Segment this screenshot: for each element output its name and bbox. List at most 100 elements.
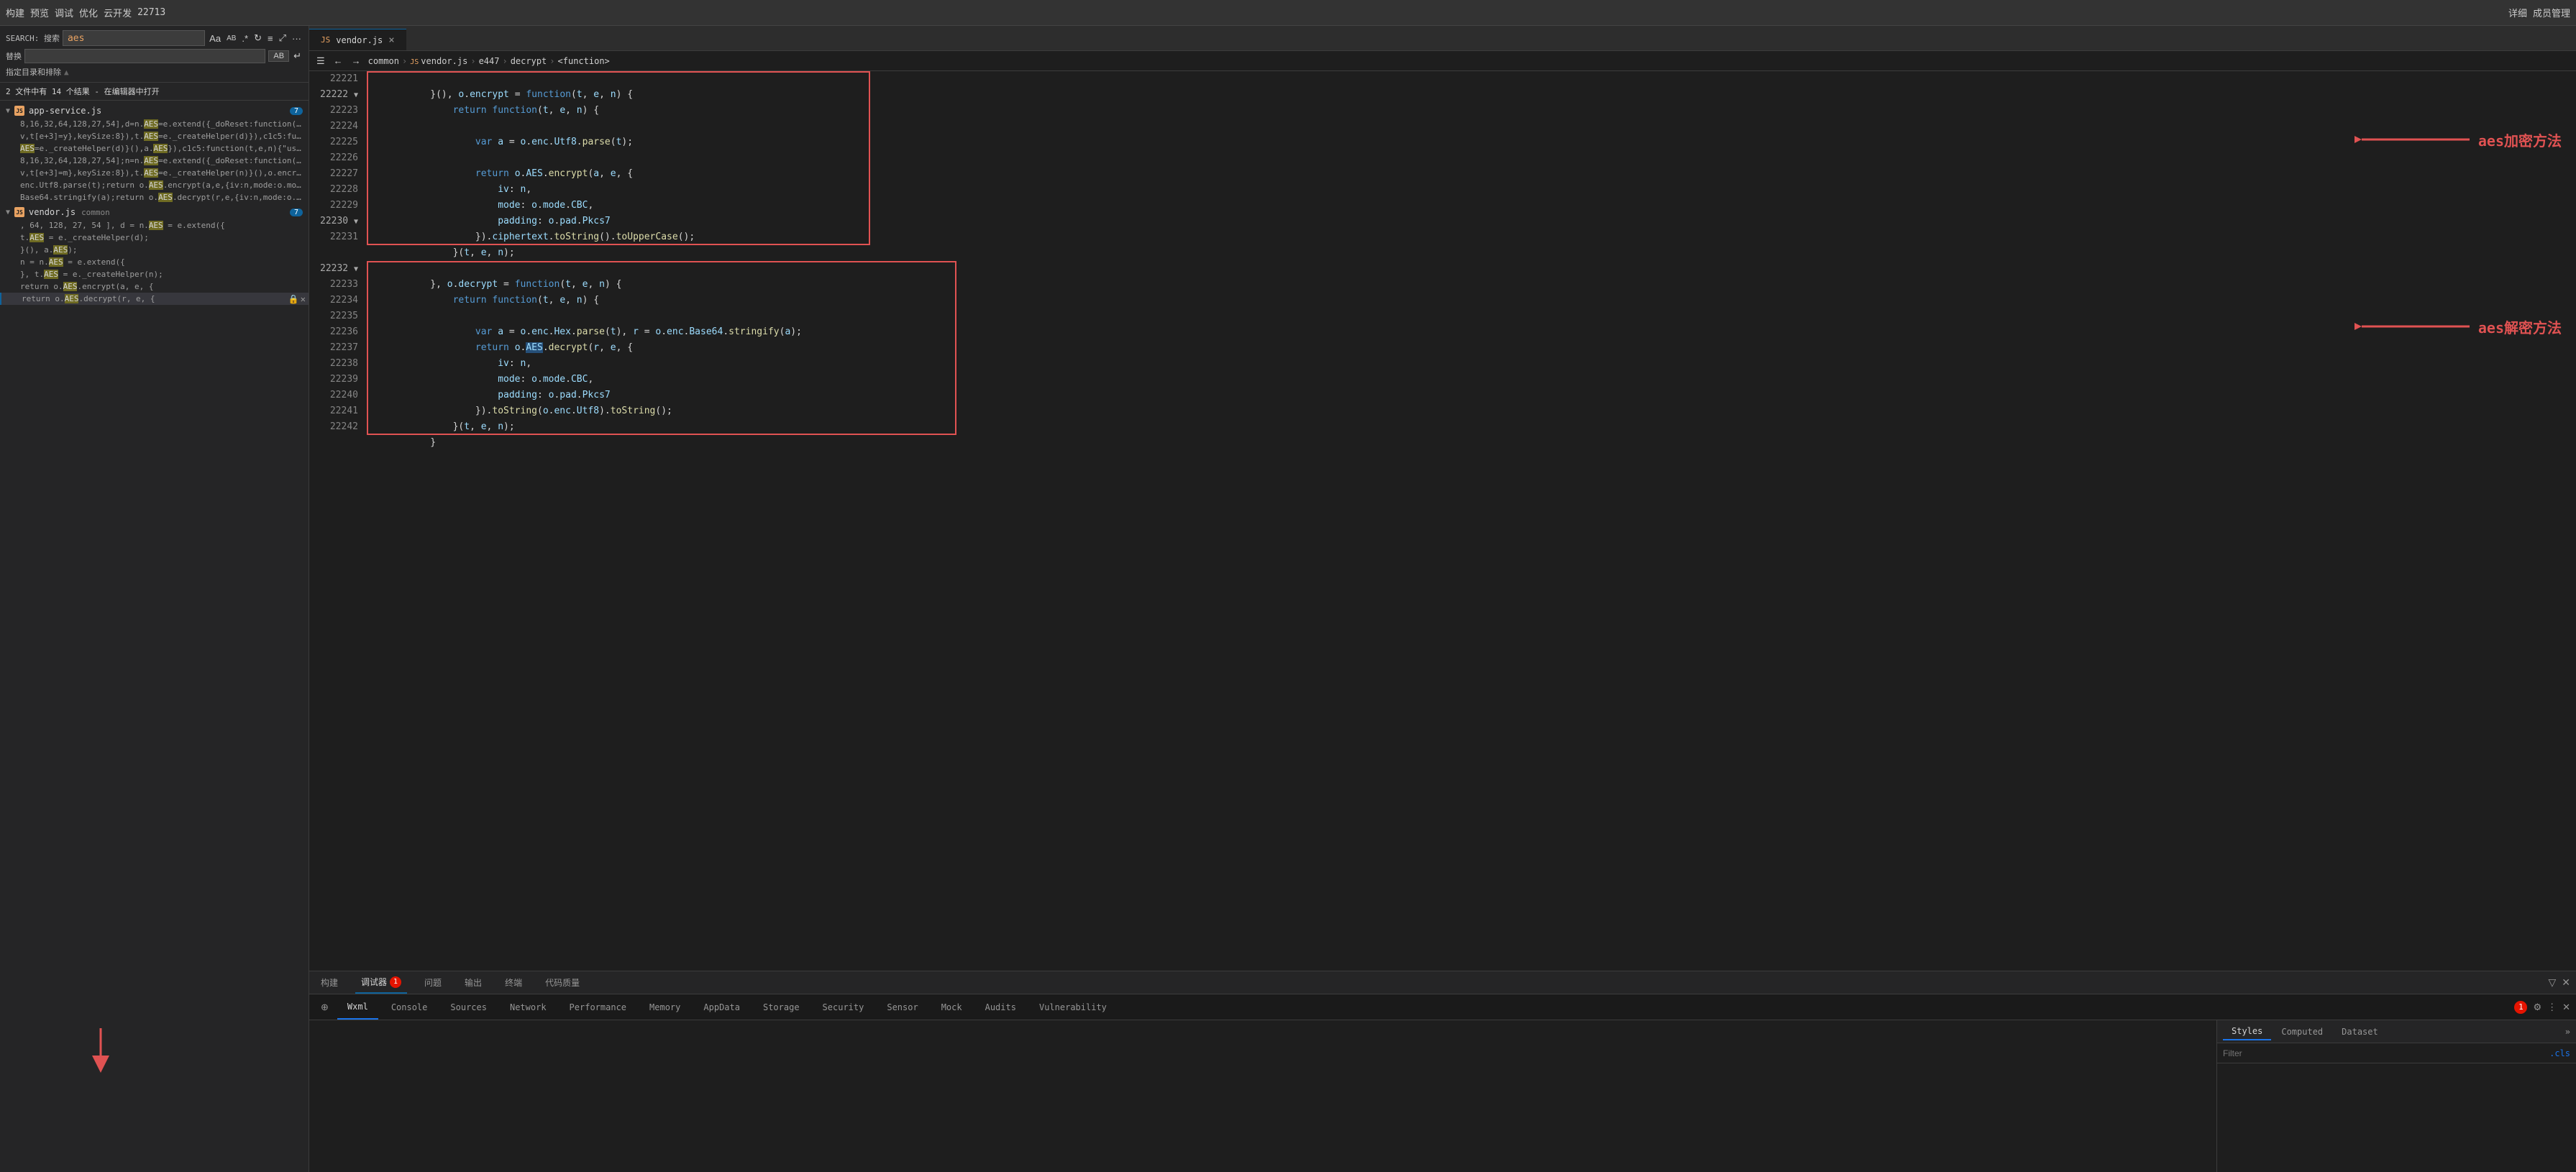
file-name: app-service.js [29, 106, 101, 116]
top-toolbar-item[interactable]: 构建 [6, 6, 24, 19]
dt-tab-sensor[interactable]: Sensor [877, 994, 928, 1020]
filter-bar: .cls [2217, 1043, 2576, 1063]
vendor-result-count: 7 [290, 209, 303, 216]
devtools-tab-output[interactable]: 输出 [459, 971, 488, 994]
close-devtools-btn[interactable]: ✕ [2562, 1002, 2570, 1013]
devtools-left-panel[interactable] [309, 1020, 2216, 1172]
match-case-button[interactable]: Aa [208, 32, 222, 45]
result-item[interactable]: enc.Utf8.parse(t);return o.AES.encrypt(a… [0, 179, 309, 191]
replace-row: 替换 AB ↵ [6, 49, 303, 63]
top-toolbar-item[interactable]: 云开发 [104, 6, 132, 19]
dt-tab-performance[interactable]: Performance [559, 994, 636, 1020]
styles-tab-dataset[interactable]: Dataset [2333, 1024, 2387, 1040]
file-group-header[interactable]: ▼ JS app-service.js 7 [0, 104, 309, 118]
devtools-tab-issues[interactable]: 问题 [419, 971, 447, 994]
styles-tab-computed[interactable]: Computed [2273, 1024, 2331, 1040]
encrypt-arrow [2355, 129, 2470, 150]
dt-tab-console[interactable]: Console [381, 994, 438, 1020]
dt-tab-storage[interactable]: Storage [753, 994, 810, 1020]
code-line: return o.AES.decrypt(r, e, { [374, 324, 2576, 340]
breadcrumb-decrypt: decrypt [511, 56, 547, 66]
editor-area: JS vendor.js × ☰ ← → common › JSvendor.j… [309, 26, 2576, 1172]
result-item[interactable]: , 64, 128, 27, 54 ], d = n.AES = e.exten… [0, 219, 309, 232]
result-item[interactable]: return o.AES.encrypt(a, e, { [0, 280, 309, 293]
top-toolbar-item[interactable]: 调试 [55, 6, 73, 19]
replace-all-btn[interactable]: AB [268, 50, 289, 62]
forward-btn[interactable]: → [350, 54, 362, 68]
code-line: }(t, e, n); [374, 403, 2576, 419]
inspect-btn[interactable]: ⊕ [315, 999, 334, 1016]
dt-tab-security[interactable]: Security [813, 994, 874, 1020]
back-btn[interactable]: ← [332, 54, 344, 68]
code-line: mode: o.mode.CBC, [374, 182, 2576, 198]
result-item[interactable]: v,t[e+3]=y},keySize:8}),t.AES=e._createH… [0, 130, 309, 142]
result-item[interactable]: n = n.AES = e.extend({ [0, 256, 309, 268]
top-toolbar-item[interactable]: 优化 [79, 6, 98, 19]
code-line: }(t, e, n); [374, 229, 2576, 245]
match-word-button[interactable]: AB [225, 33, 237, 44]
result-item[interactable]: v,t[e+3]=m},keySize:8}),t.AES=e._createH… [0, 167, 309, 179]
dt-tab-audits[interactable]: Audits [975, 994, 1026, 1020]
devtools-close-btn[interactable]: ✕ [2562, 976, 2570, 989]
filter-input[interactable] [2223, 1048, 2549, 1058]
encrypt-annotation: aes加密方法 [2355, 129, 2562, 150]
editor-content[interactable]: 22221 22222 ▼ 22223 22224 22225 22226 22… [309, 71, 2576, 971]
dt-tab-mock[interactable]: Mock [931, 994, 972, 1020]
search-sidebar: SEARCH: 搜索 Aa AB .* ↻ ≡ ⤢ ··· 替换 AB ↵ [0, 26, 309, 1172]
dt-tab-vulnerability[interactable]: Vulnerability [1029, 994, 1117, 1020]
devtools-top-tabs: 构建 调试器 1 问题 输出 终端 代码质量 ▽ ✕ [309, 971, 2576, 994]
hamburger-btn[interactable]: ☰ [315, 54, 326, 68]
result-item[interactable]: }, t.AES = e._createHelper(n); [0, 268, 309, 280]
settings-btn[interactable]: ⚙ [2533, 1002, 2541, 1013]
dt-tab-sources[interactable]: Sources [440, 994, 497, 1020]
file-group-header-vendor[interactable]: ▼ JS vendor.js common 7 [0, 205, 309, 219]
filter-cls-btn[interactable]: .cls [2549, 1048, 2570, 1058]
devtools-tab-terminal[interactable]: 终端 [499, 971, 528, 994]
result-item[interactable]: AES=e._createHelper(d)}(),a.AES}),c1c5:f… [0, 142, 309, 155]
result-item[interactable]: 8,16,32,64,128,27,54];n=n.AES=e.extend({… [0, 155, 309, 167]
code-line: }).toString(o.enc.Utf8).toString(); [374, 388, 2576, 403]
devtools-tab-debugger[interactable]: 调试器 1 [355, 971, 407, 994]
devtools-tab-build[interactable]: 构建 [315, 971, 344, 994]
editor-tab-vendor[interactable]: JS vendor.js × [309, 29, 406, 50]
devtools-minimize-btn[interactable]: ▽ [2548, 976, 2556, 989]
search-input[interactable] [63, 30, 205, 46]
top-toolbar-item[interactable]: 成员管理 [2533, 6, 2570, 19]
result-item[interactable]: }(), a.AES); [0, 244, 309, 256]
code-line: padding: o.pad.Pkcs7 [374, 198, 2576, 214]
dt-tab-appdata[interactable]: AppData [693, 994, 750, 1020]
regex-button[interactable]: .* [240, 32, 250, 45]
clear-button[interactable]: ≡ [266, 32, 275, 45]
result-item-active[interactable]: return o.AES.decrypt(r, e, { 🔒 ✕ [0, 293, 309, 305]
editor-toolbar: ☰ ← → common › JSvendor.js › e447 › decr… [309, 51, 2576, 71]
more-button[interactable]: ··· [291, 32, 303, 45]
code-line: iv: n, [374, 166, 2576, 182]
code-line: }, o.decrypt = function(t, e, n) { [374, 261, 2576, 277]
expand-button[interactable]: ⤢ [278, 31, 288, 45]
result-item[interactable]: Base64.stringify(a);return o.AES.decrypt… [0, 191, 309, 203]
dt-tab-memory[interactable]: Memory [639, 994, 690, 1020]
styles-tab-more[interactable]: » [2565, 1027, 2570, 1037]
top-toolbar-item[interactable]: 详细 [2508, 6, 2527, 19]
dt-tab-wxml[interactable]: Wxml [337, 994, 378, 1020]
top-toolbar-item[interactable]: 22713 [137, 7, 165, 18]
dt-tab-network[interactable]: Network [500, 994, 557, 1020]
error-badge: 1 [2514, 1001, 2527, 1014]
refresh-button[interactable]: ↻ [252, 31, 263, 45]
top-toolbar-item[interactable]: 预览 [30, 6, 49, 19]
code-area: }(), o.encrypt = function(t, e, n) { ret… [367, 71, 2576, 971]
result-item[interactable]: 8,16,32,64,128,27,54],d=n.AES=e.extend({… [0, 118, 309, 130]
replace-input[interactable] [24, 49, 265, 63]
result-item-actions[interactable]: 🔒 ✕ [288, 294, 306, 304]
code-line: } [374, 419, 2576, 435]
replace-confirm-btn[interactable]: ↵ [292, 49, 303, 63]
file-group-vendor: ▼ JS vendor.js common 7 , 64, 128, 27, 5… [0, 205, 309, 305]
devtools-tab-codequality[interactable]: 代码质量 [539, 971, 585, 994]
code-line: return o.AES.encrypt(a, e, { [374, 150, 2576, 166]
devtools-bottom-tabs: ⊕ Wxml Console Sources Network Performan… [309, 994, 2576, 1020]
breadcrumb-common: common [368, 56, 399, 66]
result-item[interactable]: t.AES = e._createHelper(d); [0, 232, 309, 244]
more-options-btn[interactable]: ⋮ [2547, 1002, 2557, 1013]
styles-tab-styles[interactable]: Styles [2223, 1023, 2271, 1040]
tab-close-btn[interactable]: × [388, 35, 394, 46]
